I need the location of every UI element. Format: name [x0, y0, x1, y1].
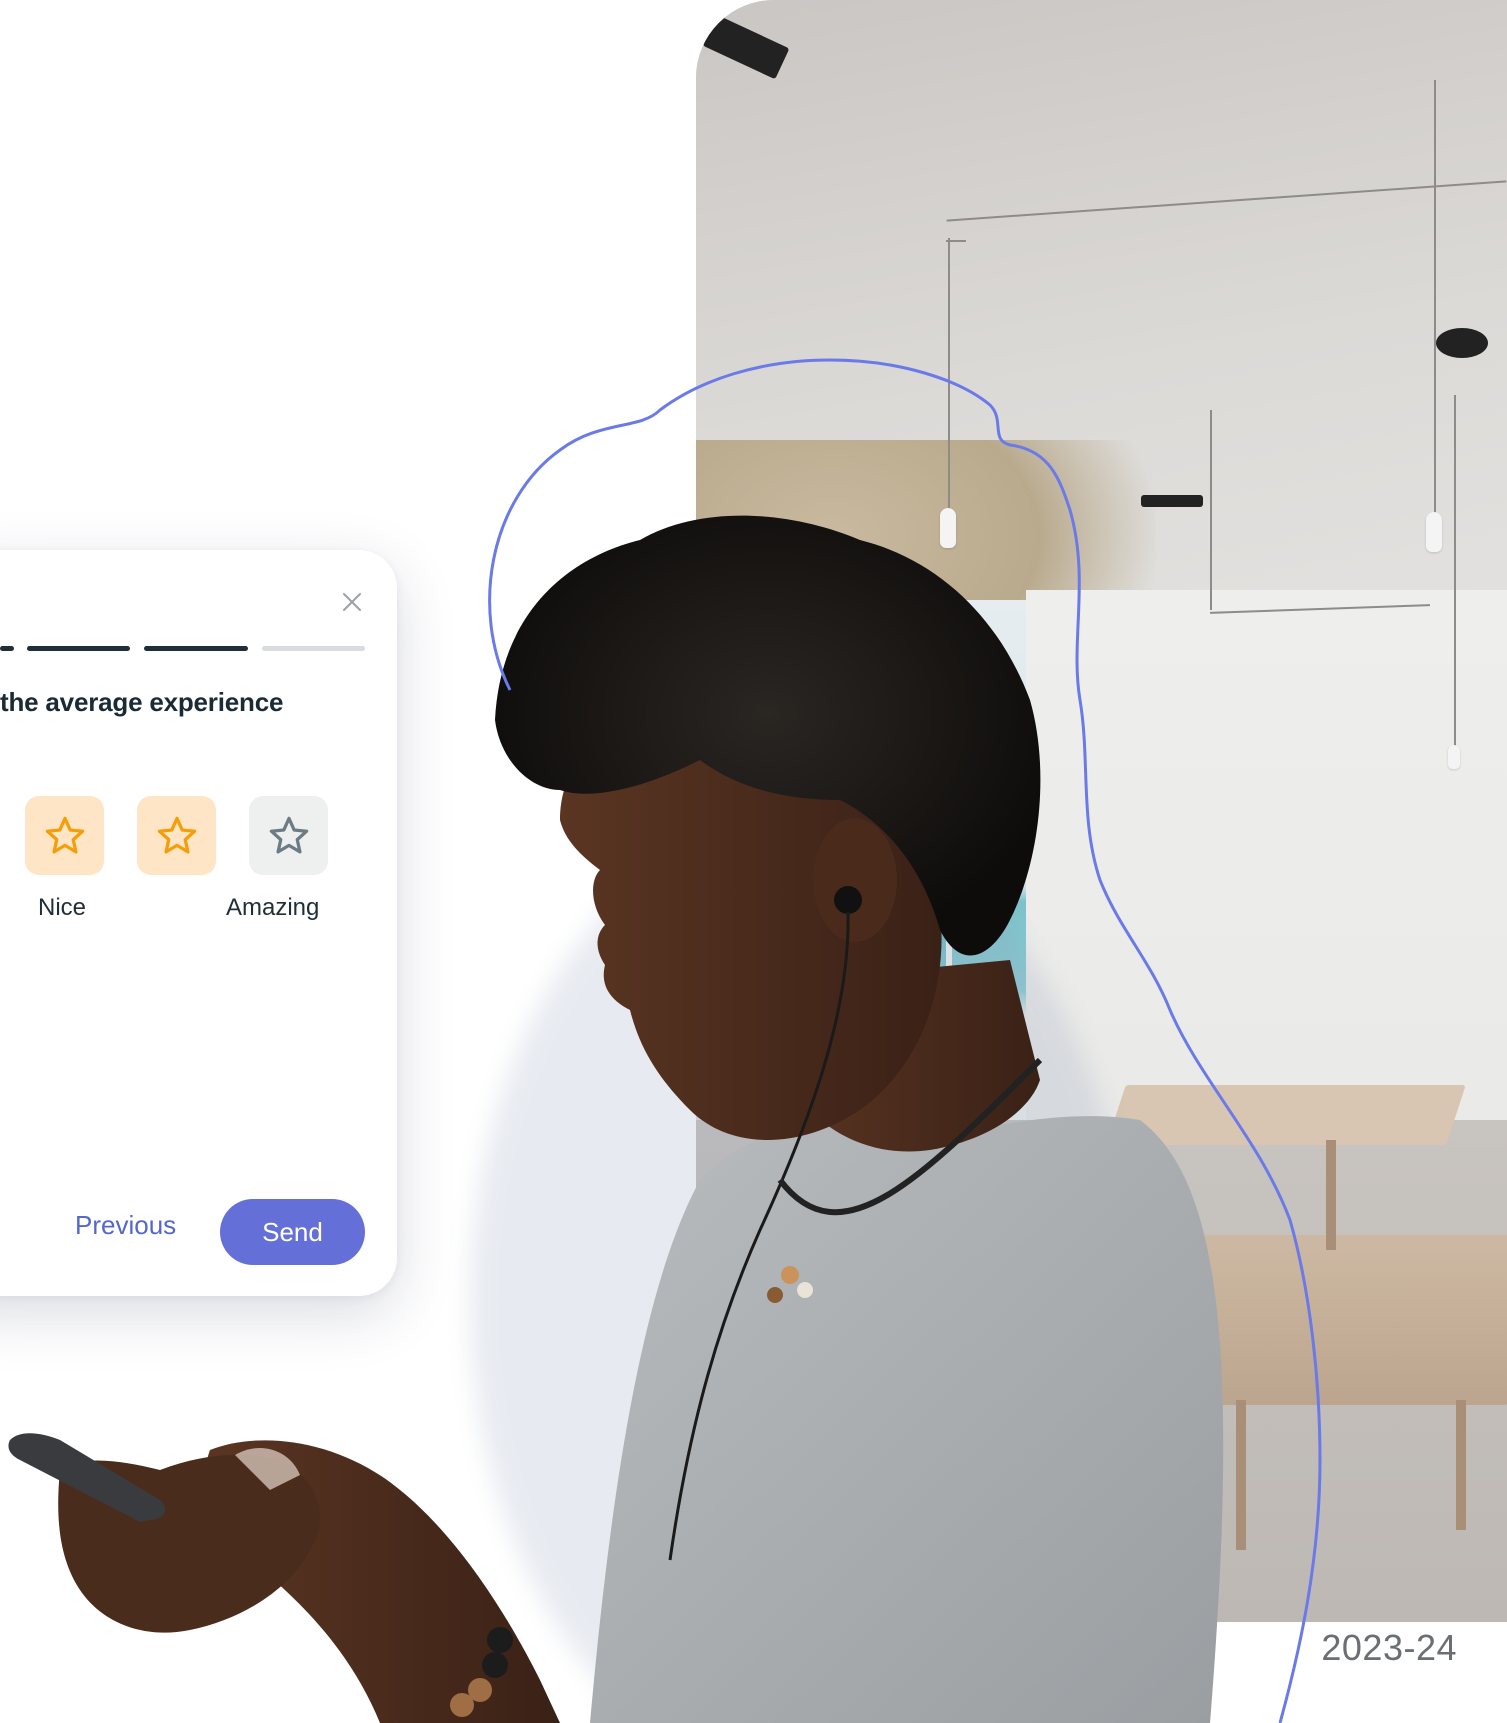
star-button[interactable]	[249, 796, 328, 875]
close-icon	[343, 593, 361, 611]
star-outline-icon	[269, 816, 308, 854]
spot-light	[1141, 495, 1203, 507]
survey-question: the average experience	[0, 687, 284, 717]
table-leg	[1236, 1400, 1246, 1550]
rating-label-nice: Nice	[38, 894, 87, 921]
progress-segment	[262, 646, 365, 651]
star-icon	[157, 816, 196, 854]
table-leg	[1326, 1140, 1336, 1250]
thumbnail	[235, 1447, 300, 1490]
progress-bar	[0, 646, 365, 652]
interior-photo	[696, 0, 1507, 1622]
pendant-lamp	[1426, 512, 1442, 552]
star-rating	[0, 796, 397, 876]
previous-button[interactable]: Previous	[75, 1210, 176, 1241]
table-leg	[1456, 1400, 1466, 1530]
send-button[interactable]: Send	[220, 1199, 365, 1265]
pendant-lamp	[1448, 745, 1460, 769]
star-button[interactable]	[137, 796, 216, 875]
hand	[58, 1454, 321, 1633]
back-table	[1106, 1085, 1466, 1145]
progress-segment	[27, 646, 130, 651]
pendant-cord	[1434, 80, 1436, 520]
pendant-cord	[1210, 410, 1212, 610]
pendant-lamp	[940, 508, 956, 548]
pendant-cord	[948, 238, 950, 508]
star-icon	[45, 816, 84, 854]
survey-card: the average experience Nice Amazing Prev…	[0, 550, 397, 1296]
phone	[8, 1433, 166, 1522]
progress-segment	[144, 646, 248, 651]
close-button[interactable]	[335, 585, 369, 619]
star-button[interactable]	[25, 796, 104, 875]
arm	[205, 1440, 560, 1723]
progress-segment	[0, 646, 14, 651]
rating-label-amazing: Amazing	[226, 894, 320, 921]
pendant-cord	[1454, 395, 1456, 755]
year-label: 2023-24	[1321, 1627, 1457, 1668]
bracelet	[450, 1627, 513, 1717]
ceiling-speaker	[1436, 328, 1488, 358]
front-table	[1087, 1235, 1507, 1405]
